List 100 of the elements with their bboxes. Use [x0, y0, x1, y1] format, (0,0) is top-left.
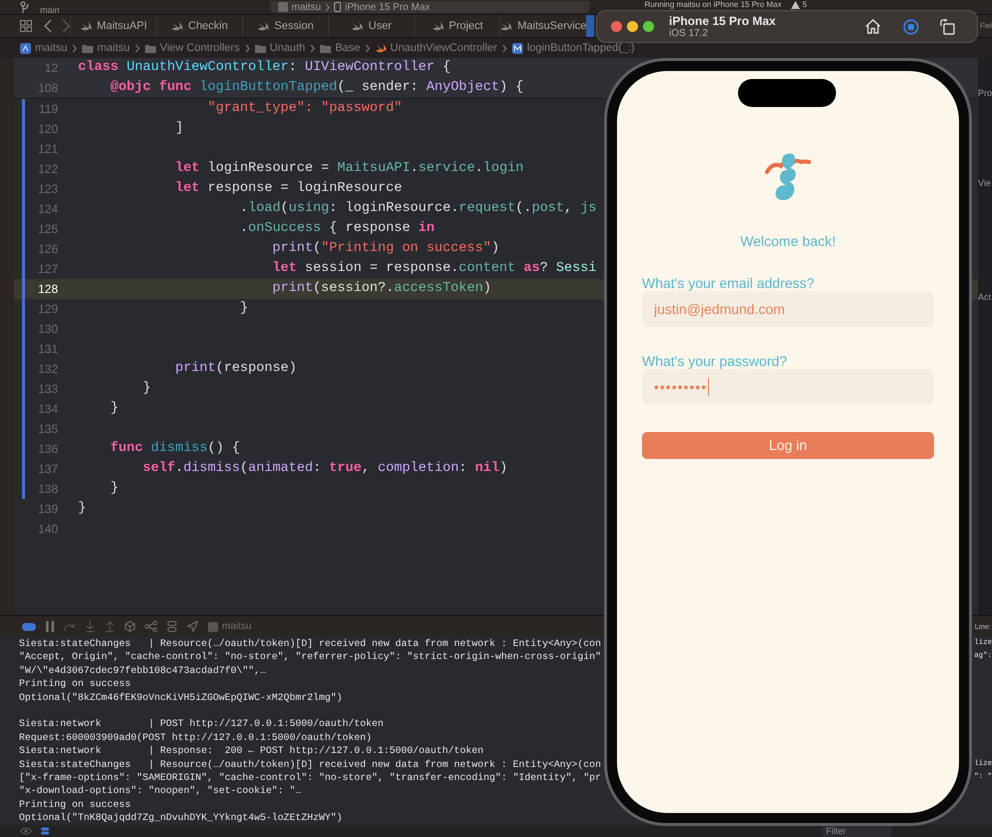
field-label: What's your email address?: [642, 275, 816, 291]
line-number: 126: [36, 241, 58, 258]
folder-icon: [82, 42, 94, 54]
step-into-icon[interactable]: [85, 621, 95, 632]
line-number: 120: [36, 121, 58, 138]
line-number: 108: [36, 80, 58, 97]
line-number: 122: [36, 161, 58, 178]
code-line: let session = response.content as? Sessi: [271, 260, 597, 278]
location-icon[interactable]: [187, 621, 198, 632]
window-control[interactable]: [611, 21, 622, 32]
cube-icon[interactable]: [125, 621, 135, 632]
device-name: iPhone 15 Pro Max: [669, 14, 776, 28]
line-number: 138: [36, 481, 58, 498]
toggles-icon[interactable]: [40, 827, 50, 835]
scheme-selector[interactable]: maitsu iPhone 15 Pro Max: [270, 1, 590, 13]
code-line: let response = loginResource: [174, 180, 402, 198]
record-icon[interactable]: [903, 18, 919, 34]
line-number: 121: [36, 141, 58, 158]
file-icon: [171, 20, 184, 32]
forward-icon[interactable]: [62, 19, 70, 33]
pause-icon[interactable]: [46, 621, 54, 632]
warning-count: 5: [802, 0, 807, 9]
breadcrumb-item[interactable]: View Controllers: [144, 40, 240, 56]
line-number: 135: [36, 421, 58, 438]
console-line: Request:600003909ad0(POST http://127.0.0.1:5000/oauth/token): [18, 730, 372, 744]
nodes-icon[interactable]: [145, 621, 157, 632]
code-line: }: [109, 480, 119, 498]
chevron-icon: [310, 44, 316, 52]
code-line: let loginResource = MaitsuAPI.service.login: [174, 160, 524, 178]
login-button[interactable]: Log in: [642, 432, 934, 459]
breadcrumb-item[interactable]: loginButtonTapped(_:): [512, 40, 635, 56]
back-icon[interactable]: [44, 19, 52, 33]
code-line: .onSuccess { response in: [239, 220, 434, 238]
line-number: 134: [36, 401, 58, 418]
console-line: Siesta:network | Response: 200 ← POST http://127.0.0.1:5000/oauth/token: [18, 744, 484, 758]
home-icon[interactable]: [865, 19, 881, 34]
editor-tab[interactable]: Checkin: [156, 15, 242, 37]
editor-tab[interactable]: User: [328, 15, 414, 37]
line-number: 139: [36, 501, 58, 518]
file-icon: [80, 20, 92, 32]
inspector-label: Act: [978, 292, 992, 302]
line-number: 125: [36, 221, 58, 238]
console-line: Printing on success: [18, 798, 131, 812]
line-number: 119: [38, 101, 58, 118]
breadcrumb-item[interactable]: maitsu: [20, 40, 68, 56]
code-line: @objc func loginButtonTapped(_ sender: AnyObject) {: [109, 79, 524, 97]
console-line: "Accept, Origin", "cache-control": "no-store", "referrer-policy": "strict-origin-when-cross-origin": [18, 650, 602, 664]
toggles-icon[interactable]: [167, 621, 177, 632]
line-number: 129: [36, 301, 58, 318]
line-number: 128: [36, 281, 58, 298]
code-line: self.dismiss(animated: true, completion: nil): [142, 460, 508, 478]
folder-icon: [254, 42, 266, 54]
console-line: Siesta:stateChanges | Resource(…/oauth/token)[D] received new data from network : Entity<Any>(con: [18, 758, 602, 771]
chevron-icon: [324, 2, 330, 12]
line-number: 130: [36, 321, 58, 338]
editor-tab[interactable]: MaitsuAPI: [70, 15, 156, 37]
console-line: ["x-frame-options": "SAMEORIGIN", "cache-control": "no-store", "transfer-encoding": "Identity", "pr: [18, 770, 602, 784]
step-over-icon[interactable]: [64, 622, 75, 632]
filter-field[interactable]: Filter: [822, 826, 892, 836]
line-number: 123: [36, 181, 58, 198]
breadcrumb-item[interactable]: UnauthViewController: [375, 40, 498, 56]
code-line: class UnauthViewController: UIViewController {: [78, 59, 451, 77]
code-line: }: [78, 500, 86, 518]
folder-icon: [144, 42, 156, 54]
breadcrumb-item[interactable]: Unauth: [254, 40, 306, 56]
console-line: Siesta:stateChanges | Resource(…/oauth/token)[D] received new data from network : Entity<Any>(con: [18, 637, 602, 650]
editor-tab[interactable]: Project: [414, 15, 500, 37]
file-icon: [257, 20, 270, 32]
chevron-icon: [72, 44, 78, 52]
breadcrumb-item[interactable]: Base: [320, 40, 360, 56]
chevron-icon: [365, 44, 370, 52]
file-icon: [375, 42, 386, 54]
phone-icon: [334, 2, 341, 12]
code-line: }: [109, 400, 119, 418]
password-field[interactable]: •••••••••: [642, 369, 934, 405]
rotate-icon[interactable]: [940, 18, 955, 34]
editor-tab[interactable]: Session: [242, 15, 328, 37]
inspector-label: Pro: [978, 88, 992, 98]
breadcrumb-item[interactable]: maitsu: [82, 40, 130, 56]
email-field[interactable]: justin@jedmund.com: [642, 291, 934, 327]
process-selector[interactable]: maitsu: [208, 619, 252, 634]
step-out-icon[interactable]: [105, 621, 115, 632]
eye-icon[interactable]: [20, 827, 32, 835]
code-line: ]: [174, 120, 184, 138]
console-line: Optional("8kZCm46fEK9oVncKiVH5iZGOwEpQIWC-xM2Qbmr2lmg"): [18, 690, 342, 704]
breakpoints-icon[interactable]: [22, 622, 36, 630]
code-line: func dismiss() {: [109, 440, 240, 458]
console-line: Printing on success: [18, 677, 131, 691]
console-line: Optional("TnK8Qajqdd7Zg_nDvuhDYK_YYkngt4w5-loZEtZHzWY"): [18, 811, 342, 824]
window-control[interactable]: [643, 21, 654, 32]
field-label: What's your password?: [642, 353, 788, 369]
line-number: 124: [36, 201, 58, 218]
file-icon: [500, 20, 512, 32]
code-line: }: [239, 300, 248, 318]
line-number: 131: [36, 341, 58, 358]
window-control[interactable]: [627, 21, 638, 32]
line-number: 140: [36, 521, 58, 538]
grid-icon[interactable]: [20, 20, 32, 32]
code-line: "grant_type": "password": [206, 100, 402, 118]
welcome-heading: Welcome back!: [739, 232, 837, 250]
